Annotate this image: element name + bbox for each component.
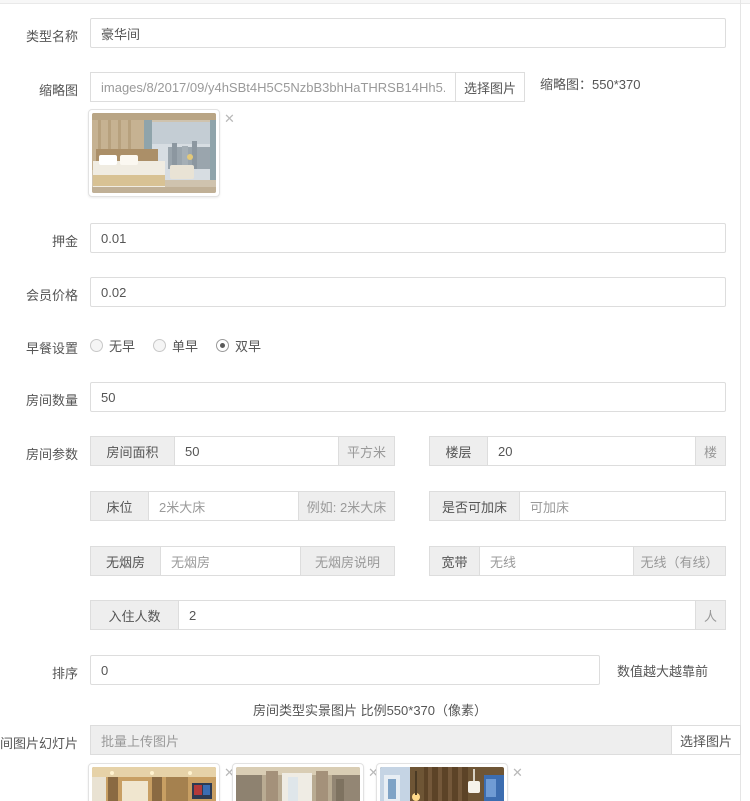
thumbnail-size-hint: 缩略图：550*370 [540,74,640,93]
extra-bed-input[interactable] [519,491,726,521]
hotel-room-photo [92,113,216,193]
bed-example: 例如: 2米大床 [299,491,395,521]
occupancy-unit: 人 [696,600,726,630]
nonsmoking-note: 无烟房说明 [301,546,395,576]
gallery-thumb-1 [88,763,220,801]
nonsmoking-addon: 无烟房 [90,546,160,576]
gallery-photo-3 [380,767,504,801]
thumbnail-select-button[interactable]: 选择图片 [455,72,525,102]
broadband-addon: 宽带 [429,546,479,576]
breakfast-label: 早餐设置 [26,338,78,357]
gallery-thumb-3 [376,763,508,801]
radio-label: 单早 [172,336,198,355]
occupancy-addon: 入住人数 [90,600,178,630]
bed-input[interactable] [148,491,299,521]
type-name-label: 类型名称 [26,26,78,45]
radio-label: 无早 [109,336,135,355]
room-area-addon: 房间面积 [90,436,174,466]
deposit-input[interactable] [90,223,726,253]
thumbnail-label: 缩略图 [39,80,78,99]
room-params-label: 房间参数 [26,444,78,463]
bed-addon: 床位 [90,491,148,521]
gallery-photo-1 [92,767,216,801]
broadband-note: 无线（有线） [634,546,726,576]
thumbnail-preview [88,109,220,197]
room-count-label: 房间数量 [26,390,78,409]
sort-hint: 数值越大越靠前 [617,661,708,680]
breakfast-radio-none[interactable]: 无早 [90,336,135,355]
occupancy-input[interactable] [178,600,696,630]
floor-addon: 楼层 [429,436,487,466]
nonsmoking-input[interactable] [160,546,301,576]
gallery-select-button[interactable]: 选择图片 [671,725,741,755]
gallery-thumb-3-remove-icon[interactable]: ✕ [512,766,523,779]
room-count-input[interactable] [90,382,726,412]
floor-input[interactable] [487,436,696,466]
room-type-edit-form: 类型名称 缩略图 选择图片 缩略图：550*370 [0,0,750,801]
gallery-thumb-2 [232,763,364,801]
radio-circle-icon [90,339,103,352]
breakfast-radio-single[interactable]: 单早 [153,336,198,355]
panel-right-border [740,0,741,801]
room-area-unit: 平方米 [339,436,395,466]
radio-circle-icon [216,339,229,352]
batch-upload-field[interactable]: 批量上传图片 [90,725,671,755]
radio-label: 双早 [235,336,261,355]
sort-label: 排序 [52,663,78,682]
room-area-input[interactable] [174,436,339,466]
gallery-photo-2 [236,767,360,801]
type-name-input[interactable] [90,18,726,48]
thumbnail-path-input[interactable] [90,72,455,102]
broadband-input[interactable] [479,546,634,576]
breakfast-radio-double[interactable]: 双早 [216,336,261,355]
gallery-label: 房间图片幻灯片 [0,733,78,752]
member-price-label: 会员价格 [26,285,78,304]
floor-unit: 楼 [696,436,726,466]
gallery-section-title: 房间类型实景图片 比例550*370（像素） [0,700,740,719]
sort-input[interactable] [90,655,600,685]
deposit-label: 押金 [52,231,78,250]
top-divider [0,0,750,4]
thumbnail-remove-icon[interactable]: ✕ [224,112,235,125]
radio-circle-icon [153,339,166,352]
extra-bed-addon: 是否可加床 [429,491,519,521]
member-price-input[interactable] [90,277,726,307]
